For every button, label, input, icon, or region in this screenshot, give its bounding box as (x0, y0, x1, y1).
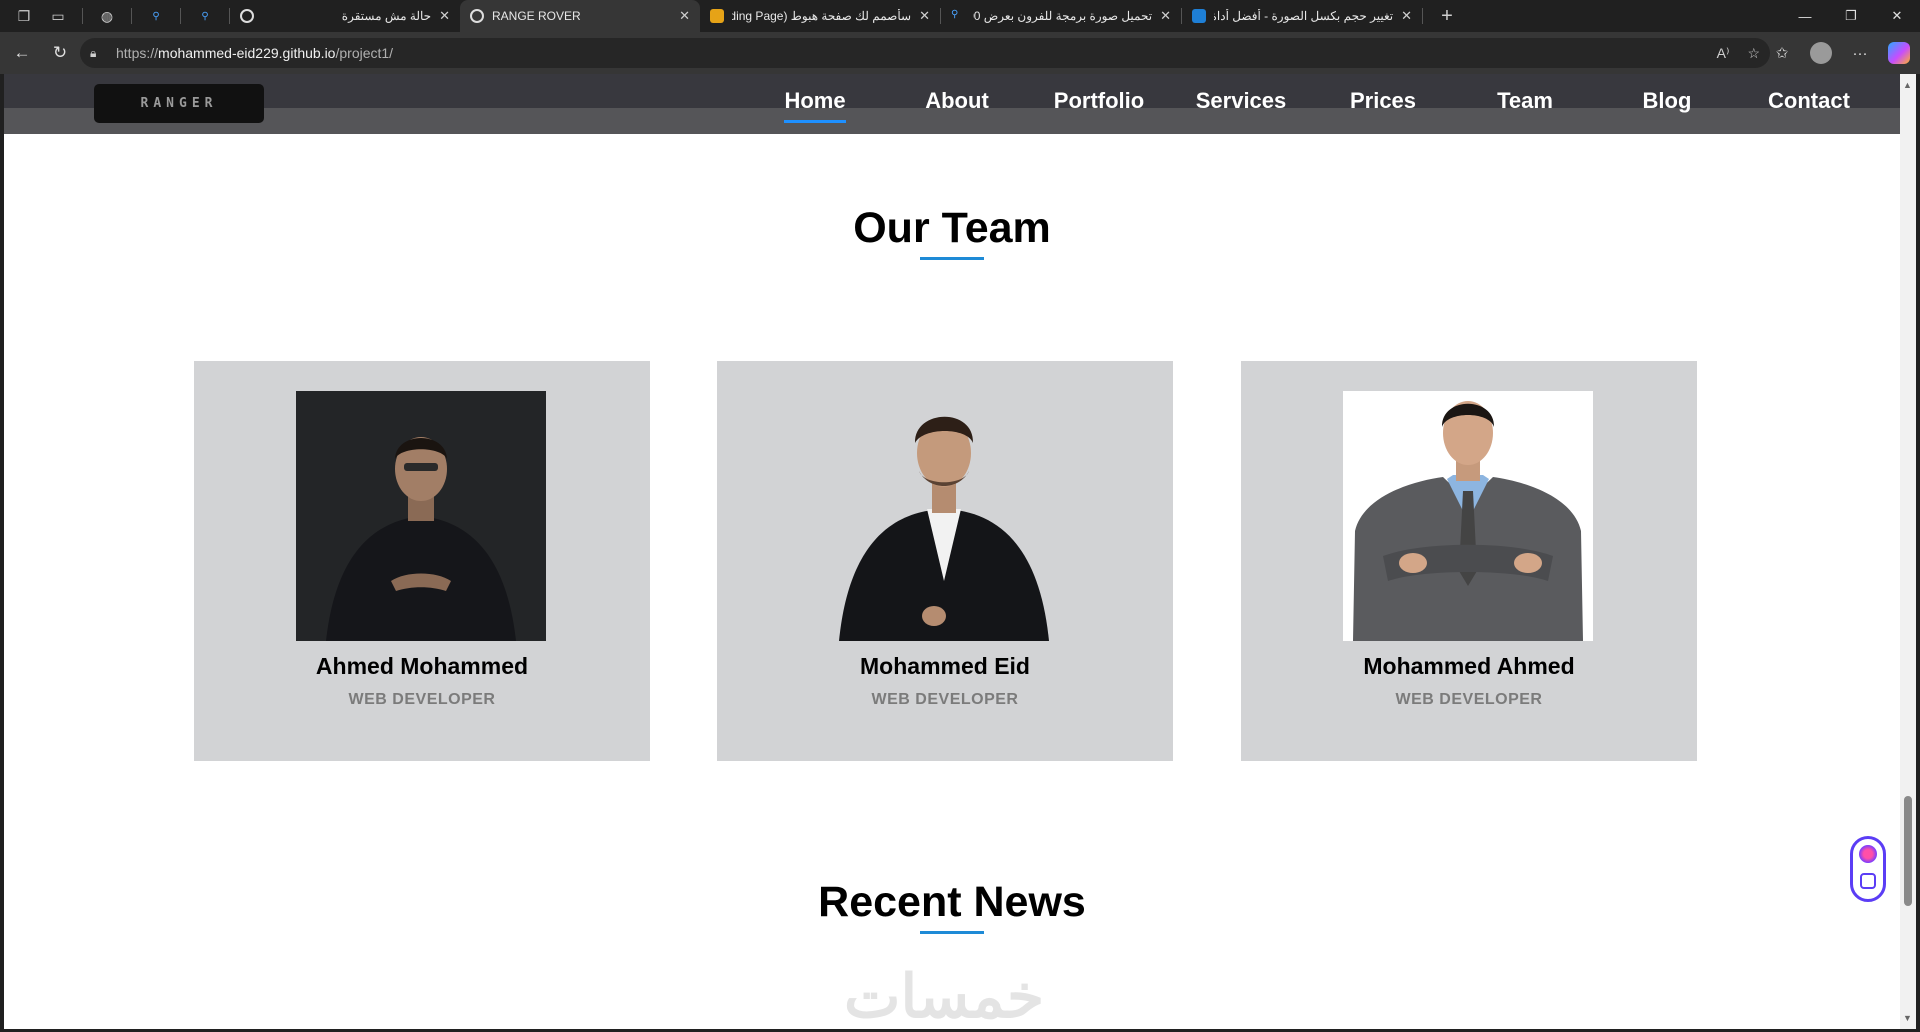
search-tab-icon[interactable]: ⚲ (146, 6, 166, 26)
nav-services[interactable]: Services (1170, 83, 1312, 123)
refresh-icon[interactable]: ↻ (44, 37, 76, 69)
team-title-underline (920, 257, 984, 260)
address-bar-row: ← ↻ 🔒︎ https://mohammed-eid229.github.io… (0, 32, 1920, 74)
tab-title: حالة مش مستقرة (341, 9, 432, 23)
tab-title: تحميل صورة برمجة للفرون بعرض 00 (973, 9, 1153, 23)
nav-portfolio[interactable]: Portfolio (1028, 83, 1170, 123)
tab-separator (1422, 8, 1423, 24)
team-member-name: Mohammed Ahmed (1363, 653, 1575, 679)
team-member-photo (819, 391, 1069, 641)
nav-blog[interactable]: Blog (1596, 83, 1738, 123)
news-title-underline (920, 931, 984, 934)
browser-toolbar: ✩ ··· (1770, 37, 1910, 69)
new-tab-icon[interactable]: + (1437, 5, 1457, 27)
profile-avatar[interactable] (1810, 42, 1832, 64)
main-nav: Home About Portfolio Services Prices Tea… (744, 83, 1880, 123)
tab-favicon-icon (710, 9, 724, 23)
team-member-name: Ahmed Mohammed (315, 653, 529, 679)
tab[interactable]: حالة مش مستقرة ✕ (230, 0, 460, 32)
close-tab-icon[interactable]: ✕ (439, 8, 450, 24)
team-card: Ahmed Mohammed WEB DEVELOPER (194, 361, 650, 761)
watermark-logo: خمسات (844, 963, 1045, 1029)
site-header: RANGER Home About Portfolio Services Pri… (4, 74, 1900, 134)
tab-active[interactable]: RANGE ROVER ✕ (460, 0, 700, 32)
team-card: Mohammed Ahmed WEB DEVELOPER (1241, 361, 1697, 761)
team-card: Mohammed Eid WEB DEVELOPER (717, 361, 1173, 761)
restore-icon[interactable]: ❐ (1828, 0, 1874, 32)
close-tab-icon[interactable]: ✕ (1401, 8, 1412, 24)
nav-contact[interactable]: Contact (1738, 83, 1880, 123)
team-member-photo (296, 391, 546, 641)
tab-favicon-icon (240, 9, 254, 23)
page-scrollbar[interactable]: ▲ ▼ (1900, 74, 1916, 1029)
favorites-icon[interactable]: ✩ (1770, 44, 1794, 62)
team-member-role: WEB DEVELOPER (1395, 691, 1543, 708)
copilot-icon[interactable] (1888, 42, 1910, 64)
team-member-name: Mohammed Eid (860, 653, 1030, 679)
tab[interactable]: ⚲ تحميل صورة برمجة للفرون بعرض 00 ✕ (941, 0, 1181, 32)
page-viewport: RANGER Home About Portfolio Services Pri… (4, 74, 1900, 1029)
close-tab-icon[interactable]: ✕ (919, 8, 930, 24)
close-window-icon[interactable]: ✕ (1874, 0, 1920, 32)
team-member-photo (1343, 391, 1593, 641)
site-logo[interactable]: RANGER (94, 84, 264, 123)
tab-title: RANGE ROVER (492, 9, 581, 23)
nav-team[interactable]: Team (1454, 83, 1596, 123)
scroll-down-icon[interactable]: ▼ (1903, 1013, 1912, 1023)
omnibox-actions: A⁾ ☆ (1717, 38, 1760, 68)
screenshot-tool-icon[interactable] (1860, 873, 1876, 889)
minimize-icon[interactable]: — (1782, 0, 1828, 32)
url-field[interactable]: 🔒︎ https://mohammed-eid229.github.io/pro… (80, 38, 1770, 68)
read-aloud-icon[interactable]: A⁾ (1717, 45, 1730, 62)
floating-assistant-widget[interactable] (1850, 836, 1886, 902)
more-icon[interactable]: ··· (1848, 45, 1872, 62)
tab-separator (82, 8, 83, 24)
window-controls: — ❐ ✕ (1782, 0, 1920, 32)
scrollbar-thumb[interactable] (1904, 796, 1912, 906)
url-text: https://mohammed-eid229.github.io/projec… (116, 45, 394, 61)
star-icon[interactable]: ☆ (1747, 45, 1760, 62)
close-tab-icon[interactable]: ✕ (1160, 8, 1171, 24)
workspaces-icon[interactable]: ❐ (14, 6, 34, 26)
person-silhouette-icon (296, 391, 546, 641)
tab[interactable]: تغيير حجم بكسل الصورة - أفضل أداة ✕ (1182, 0, 1422, 32)
nav-about[interactable]: About (886, 83, 1028, 123)
team-section-title: Our Team (853, 204, 1051, 252)
team-member-role: WEB DEVELOPER (348, 691, 496, 708)
logo-text: RANGER (140, 96, 218, 111)
tab-separator (131, 8, 132, 24)
person-silhouette-icon (819, 391, 1069, 641)
tab-title: سأصمم لك صفحة هبوط (Landing Page) (732, 9, 912, 23)
news-section-title: Recent News (818, 878, 1086, 926)
tab-actions-icon[interactable]: ▭ (48, 6, 68, 26)
nav-prices[interactable]: Prices (1312, 83, 1454, 123)
assistant-orb-icon[interactable] (1859, 845, 1877, 863)
back-arrow-icon[interactable]: ← (6, 37, 38, 69)
globe-icon (470, 9, 484, 23)
globe-icon[interactable]: ◍ (97, 6, 117, 26)
search-tab-icon[interactable]: ⚲ (195, 6, 215, 26)
tab-separator (180, 8, 181, 24)
lock-icon[interactable]: 🔒︎ (90, 46, 106, 61)
tab-title: تغيير حجم بكسل الصورة - أفضل أداة (1214, 9, 1394, 23)
scroll-up-icon[interactable]: ▲ (1903, 80, 1912, 90)
browser-tab-bar: ❐ ▭ ◍ ⚲ ⚲ حالة مش مستقرة ✕ RANGE ROVER ✕… (0, 0, 1920, 32)
tab-favicon-icon (1192, 9, 1206, 23)
person-silhouette-icon (1343, 391, 1593, 641)
tab[interactable]: سأصمم لك صفحة هبوط (Landing Page) ✕ (700, 0, 940, 32)
nav-home[interactable]: Home (744, 83, 886, 123)
search-favicon-icon: ⚲ (951, 9, 959, 20)
team-member-role: WEB DEVELOPER (871, 691, 1019, 708)
close-tab-icon[interactable]: ✕ (679, 8, 690, 24)
